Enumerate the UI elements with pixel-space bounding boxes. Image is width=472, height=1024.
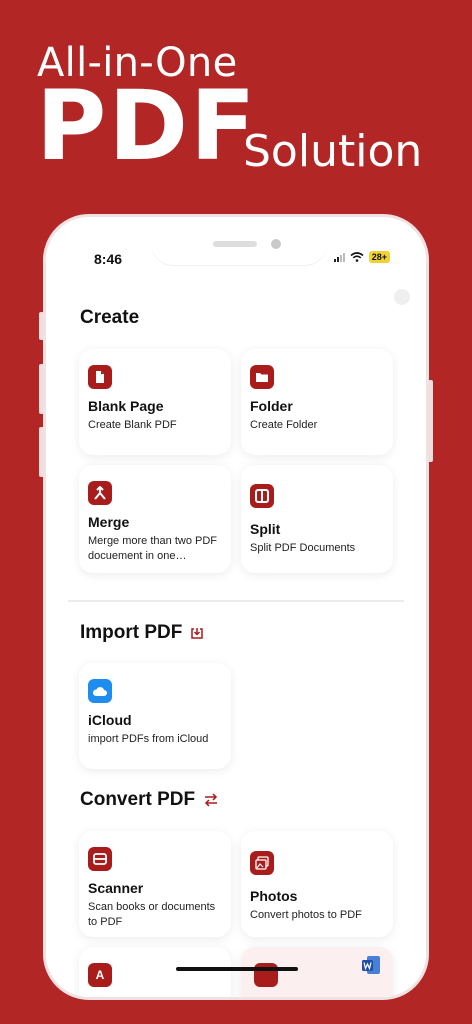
icloud-subtitle: import PDFs from iCloud (88, 733, 209, 745)
blank-page-subtitle: Create Blank PDF (88, 419, 177, 431)
icloud-title: iCloud (88, 712, 132, 728)
folder-card[interactable]: Folder Create Folder (241, 349, 393, 455)
folder-icon (250, 365, 274, 389)
merge-subtitle: Merge more than two PDF docuement in one… (88, 535, 217, 562)
photos-icon (250, 851, 274, 875)
scanner-title: Scanner (88, 880, 144, 896)
scanner-icon (88, 847, 112, 871)
photos-subtitle: Convert photos to PDF (250, 909, 362, 921)
cloud-icon (88, 679, 112, 703)
promo-line2: PDF (36, 70, 258, 182)
promo-line3: Solution (243, 126, 423, 177)
folder-subtitle: Create Folder (250, 419, 318, 431)
photos-card[interactable]: Photos Convert photos to PDF (241, 831, 393, 937)
section-convert-label: Convert PDF (80, 789, 196, 810)
camera (271, 239, 281, 249)
text-icon: A (88, 963, 112, 987)
phone-screen: 8:46 28+ Create Blank Page Create Blank (43, 214, 429, 1000)
section-convert-title: Convert PDF (80, 789, 219, 811)
blank-page-card[interactable]: Blank Page Create Blank PDF (79, 349, 231, 455)
settings-icon[interactable] (392, 287, 412, 307)
battery-indicator: 28+ (368, 251, 390, 263)
section-import-title: Import PDF (80, 622, 204, 644)
scanner-card[interactable]: Scanner Scan books or documents to PDF (79, 831, 231, 937)
file-icon (88, 365, 112, 389)
speaker (213, 241, 257, 247)
section-create-label: Create (80, 307, 140, 328)
section-divider (68, 600, 404, 602)
split-icon (250, 484, 274, 508)
split-title: Split (250, 521, 281, 537)
merge-card[interactable]: Merge Merge more than two PDF docuement … (79, 465, 231, 573)
wifi-icon (350, 252, 364, 262)
word-icon (362, 956, 380, 974)
folder-title: Folder (250, 398, 293, 414)
import-icon (191, 628, 204, 639)
convert-icon (205, 793, 218, 807)
home-indicator[interactable] (176, 967, 298, 971)
merge-title: Merge (88, 514, 130, 530)
section-import-label: Import PDF (80, 622, 183, 643)
section-create-title: Create (80, 307, 139, 329)
notch (151, 217, 327, 265)
word-to-pdf-card[interactable] (241, 947, 393, 997)
status-time: 8:46 (94, 251, 123, 267)
scanner-subtitle: Scan books or documents to PDF (88, 901, 216, 928)
text-to-pdf-card[interactable]: A (79, 947, 231, 997)
icloud-card[interactable]: iCloud import PDFs from iCloud (79, 663, 231, 769)
split-subtitle: Split PDF Documents (250, 542, 356, 554)
signal-icon (333, 252, 345, 262)
blank-page-title: Blank Page (88, 398, 164, 414)
photos-title: Photos (250, 888, 298, 904)
merge-icon (88, 481, 112, 505)
split-card[interactable]: Split Split PDF Documents (241, 465, 393, 573)
status-indicators: 28+ (333, 251, 390, 263)
